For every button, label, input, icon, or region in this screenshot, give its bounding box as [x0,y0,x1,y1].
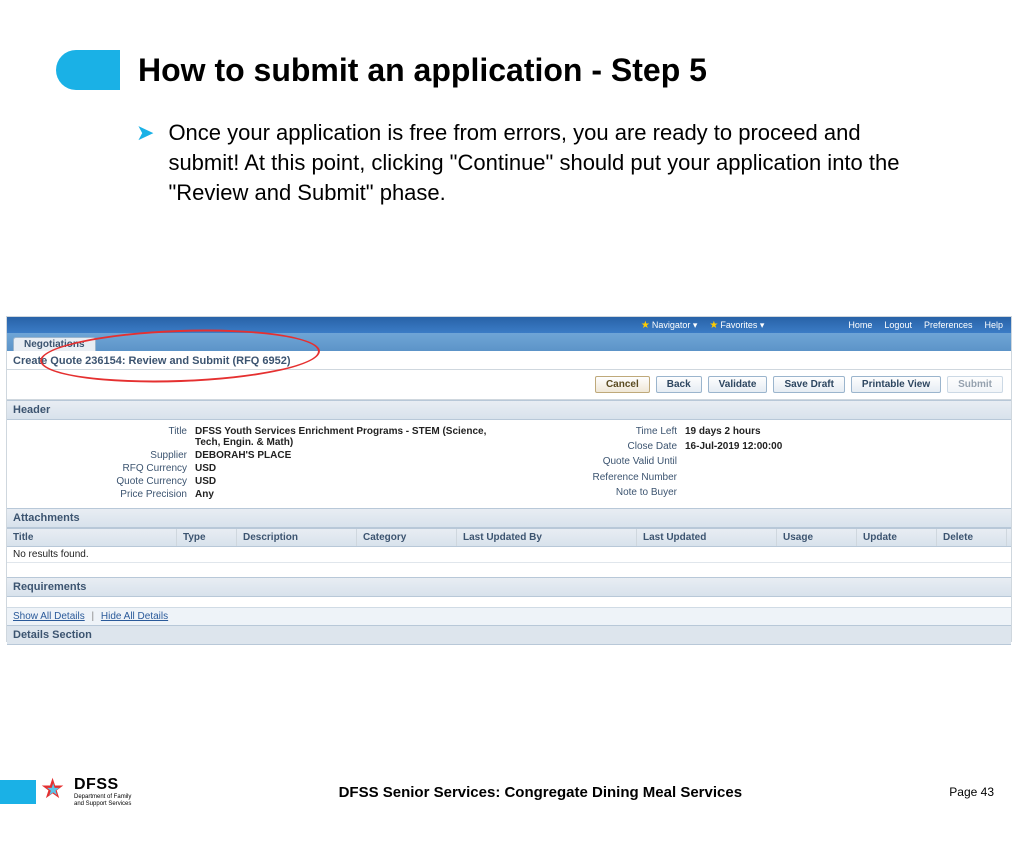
back-button[interactable]: Back [656,376,702,393]
col-usage: Usage [777,529,857,546]
arrow-bullet-icon: ➤ [136,118,154,208]
section-header-requirements: Requirements [7,577,1011,597]
attachments-no-results: No results found. [7,547,1011,563]
save-draft-button[interactable]: Save Draft [773,376,844,393]
dfss-logo: DFSS Department of Family and Support Se… [40,776,131,808]
help-link[interactable]: Help [984,320,1003,330]
field-close-date-value: 16-Jul-2019 12:00:00 [685,441,782,454]
tab-negotiations[interactable]: Negotiations [13,337,96,351]
logo-sub-text-1: Department of Family [74,794,131,801]
logo-sub-text-2: and Support Services [74,801,131,808]
detail-links-row: Show All Details | Hide All Details [7,607,1011,625]
footer-title: DFSS Senior Services: Congregate Dining … [131,784,949,801]
field-reference-number-label: Reference Number [557,472,677,485]
field-title-value: DFSS Youth Services Enrichment Programs … [195,426,495,448]
tab-bar: Negotiations [7,333,1011,351]
header-fields-panel: Title DFSS Youth Services Enrichment Pro… [7,420,1011,508]
col-type: Type [177,529,237,546]
slide-body-text: Once your application is free from error… [168,118,926,208]
field-time-left-label: Time Left [557,426,677,439]
page-header-title: Create Quote 236154: Review and Submit (… [7,351,1011,370]
field-valid-until-label: Quote Valid Until [557,456,677,469]
col-update: Update [857,529,937,546]
footer-color-block [0,780,36,804]
logout-link[interactable]: Logout [884,320,912,330]
hide-all-details-link[interactable]: Hide All Details [101,611,168,622]
field-time-left-value: 19 days 2 hours [685,426,782,439]
submit-button[interactable]: Submit [947,376,1003,393]
printable-view-button[interactable]: Printable View [851,376,941,393]
show-all-details-link[interactable]: Show All Details [13,611,85,622]
navigator-menu[interactable]: ★Navigator ▾ [641,320,698,331]
cancel-button[interactable]: Cancel [595,376,650,393]
field-supplier-label: Supplier [37,450,187,461]
field-price-precision-value: Any [195,489,557,500]
star-icon [40,778,68,806]
slide-footer: DFSS Department of Family and Support Se… [0,771,1024,813]
app-top-toolbar: ★Navigator ▾ ★Favorites ▾ Home Logout Pr… [7,317,1011,333]
col-category: Category [357,529,457,546]
field-quote-currency-value: USD [195,476,557,487]
favorites-menu[interactable]: ★Favorites ▾ [709,320,764,331]
action-button-row: Cancel Back Validate Save Draft Printabl… [7,370,1011,400]
col-last-updated: Last Updated [637,529,777,546]
field-rfq-currency-label: RFQ Currency [37,463,187,474]
footer-page-number: Page 43 [949,785,994,799]
field-note-to-buyer-label: Note to Buyer [557,487,677,500]
section-header-header: Header [7,400,1011,420]
col-description: Description [237,529,357,546]
field-price-precision-label: Price Precision [37,489,187,500]
attachments-table-header: Title Type Description Category Last Upd… [7,528,1011,547]
field-supplier-value: DEBORAH'S PLACE [195,450,557,461]
col-title: Title [7,529,177,546]
home-link[interactable]: Home [848,320,872,330]
field-quote-currency-label: Quote Currency [37,476,187,487]
col-last-updated-by: Last Updated By [457,529,637,546]
field-close-date-label: Close Date [557,441,677,454]
slide-title: How to submit an application - Step 5 [138,52,707,89]
embedded-app-screenshot: ★Navigator ▾ ★Favorites ▾ Home Logout Pr… [6,316,1012,642]
title-bullet-icon [56,50,120,90]
section-header-details: Details Section [7,625,1011,645]
validate-button[interactable]: Validate [708,376,768,393]
preferences-link[interactable]: Preferences [924,320,973,330]
col-delete: Delete [937,529,1007,546]
logo-main-text: DFSS [74,776,131,794]
section-header-attachments: Attachments [7,508,1011,528]
field-title-label: Title [37,426,187,448]
field-rfq-currency-value: USD [195,463,557,474]
